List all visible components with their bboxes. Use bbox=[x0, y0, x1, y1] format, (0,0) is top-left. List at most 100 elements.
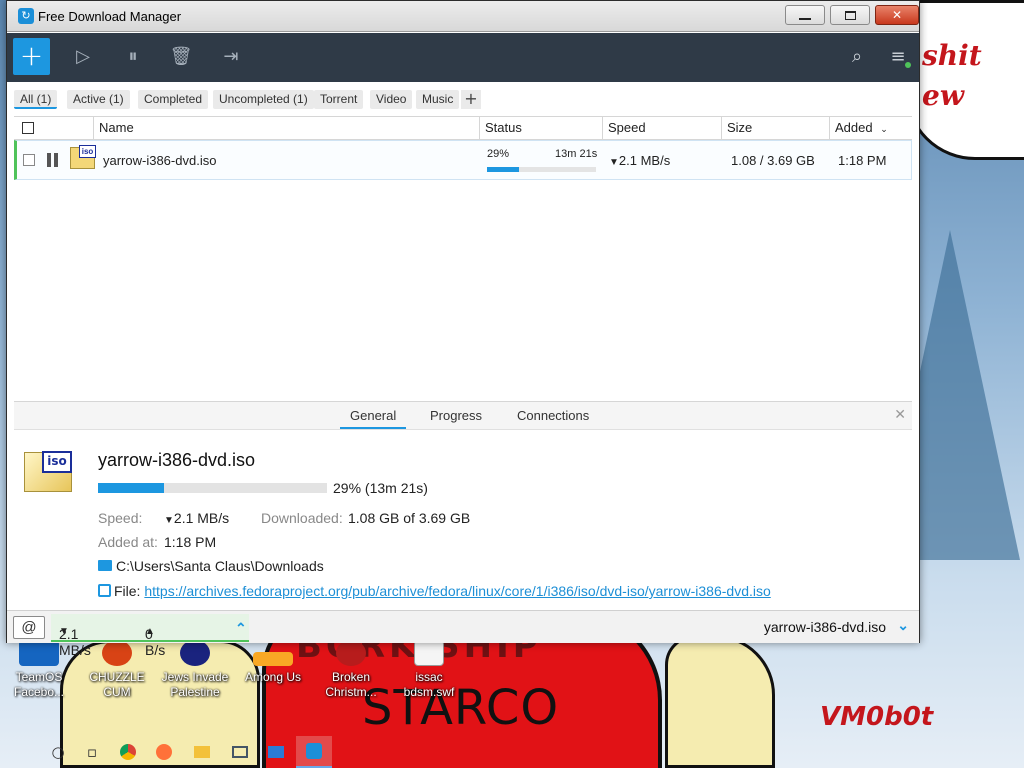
details-pane: General Progress Connections ✕ iso yarro… bbox=[14, 401, 912, 606]
details-progress-text: 29% (13m 21s) bbox=[333, 480, 428, 496]
add-download-button[interactable]: + bbox=[13, 38, 50, 75]
download-folder-link[interactable]: C:\Users\Santa Claus\Downloads bbox=[116, 558, 324, 574]
iso-file-icon: iso bbox=[70, 145, 96, 169]
column-added[interactable]: Added ⌄ bbox=[829, 117, 912, 139]
table-row[interactable]: iso yarrow-i386-dvd.iso 29% 13m 21s ▼2.1… bbox=[14, 140, 912, 180]
file-url-row: File: https://archives.fedoraproject.org… bbox=[114, 583, 771, 599]
add-filter-button[interactable]: + bbox=[461, 90, 481, 109]
delete-icon[interactable]: 🗑 bbox=[169, 45, 193, 69]
maximize-button[interactable] bbox=[830, 5, 870, 25]
row-progress-fill bbox=[487, 167, 519, 172]
folder-icon bbox=[98, 560, 112, 571]
tab-connections[interactable]: Connections bbox=[517, 408, 589, 423]
wallpaper-speech-bubble: shit ew bbox=[905, 0, 1024, 160]
row-added: 1:18 PM bbox=[838, 153, 887, 168]
pause-all-icon[interactable]: ⏸ bbox=[121, 45, 145, 69]
speed-summary[interactable]: ▼ 2.1 MB/s ▲ 0 B/s ⌃ bbox=[51, 614, 249, 658]
downloaded-label: Downloaded: bbox=[261, 510, 343, 526]
taskbar: ○ ▫ bbox=[0, 736, 1024, 768]
bubble-text-2: ew bbox=[922, 79, 964, 112]
download-arrow-icon: ▼ bbox=[164, 515, 174, 526]
speed-limit-snail-icon[interactable]: @ bbox=[13, 616, 45, 639]
bubble-text-1: shit bbox=[922, 39, 982, 72]
details-progress-fill bbox=[98, 483, 165, 493]
filter-music[interactable]: Music bbox=[416, 90, 460, 109]
online-status-dot bbox=[905, 62, 911, 68]
pause-icon[interactable] bbox=[47, 153, 59, 167]
details-tabs: General Progress Connections ✕ bbox=[14, 402, 912, 430]
filter-all[interactable]: All (1) bbox=[14, 90, 58, 109]
fdm-app-icon: ↻ bbox=[18, 8, 34, 24]
window-title: Free Download Manager bbox=[38, 9, 182, 24]
maximize-icon bbox=[844, 10, 856, 20]
row-status-percent: 29% bbox=[487, 148, 510, 160]
tab-general[interactable]: General bbox=[340, 408, 407, 429]
tab-progress[interactable]: Progress bbox=[430, 408, 482, 423]
desktop-icon-label: Jews Invade Palestine bbox=[161, 670, 229, 699]
task-view-icon[interactable]: ▫ bbox=[74, 736, 110, 768]
filter-torrent[interactable]: Torrent bbox=[314, 90, 364, 109]
desktop-icon-label: Broken Christm... bbox=[325, 670, 377, 699]
file-url-link[interactable]: https://archives.fedoraproject.org/pub/a… bbox=[144, 583, 770, 599]
firefox-taskbar-icon[interactable] bbox=[146, 736, 182, 768]
minimize-button[interactable] bbox=[785, 5, 825, 25]
file-explorer-taskbar-icon[interactable] bbox=[184, 736, 220, 768]
row-size: 1.08 / 3.69 GB bbox=[731, 153, 815, 168]
select-all-checkbox[interactable] bbox=[22, 122, 34, 134]
filter-video[interactable]: Video bbox=[370, 90, 413, 109]
current-download-name[interactable]: yarrow-i386-dvd.iso bbox=[764, 619, 886, 635]
desktop-icon-label: issac bdsm.swf bbox=[403, 670, 455, 699]
among-us-icon bbox=[253, 652, 293, 666]
column-name[interactable]: Name bbox=[93, 117, 479, 139]
title-bar[interactable]: ↻ Free Download Manager ✕ bbox=[7, 1, 919, 32]
desktop-icon-label: TeamOS Facebo... bbox=[13, 670, 65, 699]
speed-label: Speed: bbox=[98, 510, 143, 526]
download-arrow-icon: ▼ bbox=[609, 157, 619, 168]
added-at-value: 1:18 PM bbox=[164, 534, 217, 550]
chuzzle-icon bbox=[102, 640, 132, 666]
menu-icon[interactable]: ≡ bbox=[886, 45, 911, 69]
column-size[interactable]: Size bbox=[721, 117, 829, 139]
row-status-time: 13m 21s bbox=[555, 148, 598, 160]
row-file-name: yarrow-i386-dvd.iso bbox=[103, 153, 217, 168]
details-file-name: yarrow-i386-dvd.iso bbox=[98, 450, 256, 470]
desktop-icon-swf[interactable]: issac bdsm.swf bbox=[391, 640, 467, 700]
filter-bar: All (1) Active (1) Completed Uncompleted… bbox=[7, 82, 919, 116]
close-details-icon[interactable]: ✕ bbox=[894, 406, 906, 423]
teamos-icon bbox=[19, 640, 59, 666]
external-link-icon bbox=[98, 584, 111, 597]
move-folder-icon[interactable]: ⇥ bbox=[219, 45, 243, 69]
fdm-window: ↻ Free Download Manager ✕ + ▷ ⏸ 🗑 ⇥ ⌕ ≡ … bbox=[6, 0, 920, 658]
window-app-taskbar-icon[interactable] bbox=[222, 736, 258, 768]
filter-active[interactable]: Active (1) bbox=[67, 90, 130, 109]
remote-desktop-taskbar-icon[interactable] bbox=[258, 736, 294, 768]
sort-desc-icon: ⌄ bbox=[880, 124, 888, 134]
minimize-icon bbox=[799, 18, 811, 20]
download-list-empty-area[interactable] bbox=[14, 180, 912, 396]
chevron-down-icon[interactable]: ⌄ bbox=[897, 617, 909, 634]
broken-christmas-icon bbox=[336, 640, 366, 666]
chrome-taskbar-icon[interactable] bbox=[110, 736, 146, 768]
chevron-up-icon[interactable]: ⌃ bbox=[235, 620, 247, 637]
desktop-icon-label: CHUZZLE CUM bbox=[89, 670, 145, 699]
video-file-icon bbox=[180, 640, 210, 666]
fdm-taskbar-icon[interactable] bbox=[296, 736, 332, 768]
close-button[interactable]: ✕ bbox=[875, 5, 919, 25]
column-speed[interactable]: Speed bbox=[602, 117, 721, 139]
resume-icon[interactable]: ▷ bbox=[71, 45, 95, 69]
desktop-icon-broken-christmas[interactable]: Broken Christm... bbox=[313, 640, 389, 700]
toolbar: + ▷ ⏸ 🗑 ⇥ ⌕ ≡ bbox=[7, 33, 919, 82]
status-bar: @ ▼ 2.1 MB/s ▲ 0 B/s ⌃ yarrow-i386-dvd.i… bbox=[7, 610, 919, 658]
row-speed: ▼2.1 MB/s bbox=[609, 153, 671, 168]
filter-uncompleted[interactable]: Uncompleted (1) bbox=[213, 90, 314, 109]
desktop-icon-video[interactable]: Jews Invade Palestine bbox=[157, 640, 233, 700]
column-status[interactable]: Status bbox=[479, 117, 602, 139]
swf-file-icon bbox=[414, 640, 444, 666]
downloaded-value: 1.08 GB of 3.69 GB bbox=[348, 510, 471, 526]
row-checkbox[interactable] bbox=[23, 154, 35, 166]
filter-completed[interactable]: Completed bbox=[138, 90, 209, 109]
search-taskbar-icon[interactable]: ○ bbox=[40, 736, 76, 768]
search-icon[interactable]: ⌕ bbox=[845, 45, 869, 69]
column-added-label: Added bbox=[835, 120, 873, 135]
desktop-icon-among-us[interactable]: Among Us bbox=[235, 640, 311, 685]
